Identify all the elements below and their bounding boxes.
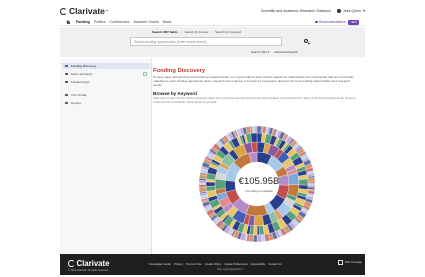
search-tabs: Search ANY fields | Search by Funder | S… — [152, 30, 242, 34]
sidebar-item-groups[interactable]: Groups — [62, 100, 150, 106]
footer: Clarivate © 2024 Clarivate. All rights r… — [60, 254, 365, 275]
advanced-search-link[interactable]: Advanced Search — [274, 50, 298, 54]
tracked-icon — [65, 80, 68, 84]
sidebar-item-funding-discovery[interactable]: Funding Discovery — [62, 63, 150, 69]
footer-copyright: © 2024 Clarivate. All rights reserved. — [68, 269, 109, 272]
page: Clarivate ™ Scientific and Academic Resea… — [0, 0, 425, 277]
sunburst-segment[interactable] — [253, 215, 264, 227]
nav-awarded-grants[interactable]: Awarded Grants — [133, 20, 158, 24]
recommendations-link[interactable]: Recommendations — [315, 20, 345, 24]
footer-link[interactable]: Knowledge Center — [149, 263, 171, 266]
main-nav: Funding Profiles Conferences Awarded Gra… — [60, 19, 365, 26]
section-note: Click each to filter the list. All the k… — [153, 96, 356, 104]
search-icon[interactable] — [304, 39, 308, 43]
footer-links: Knowledge Center Privacy Terms of Use Co… — [149, 263, 282, 266]
solutions-menu[interactable]: Scientific and Academic Research Solutio… — [261, 9, 331, 13]
alerts-badge-icon — [143, 72, 147, 76]
funding-amount[interactable]: €105.95B — [153, 176, 365, 187]
nav-profiles[interactable]: Profiles — [94, 20, 106, 24]
footer-link[interactable]: Terms of Use — [186, 263, 202, 266]
groups-icon — [65, 101, 68, 105]
funding-amount-label: of funding is available — [245, 189, 273, 193]
clarivate-logo-icon — [60, 7, 67, 15]
search-tips-link[interactable]: Search Tips ▾ — [251, 50, 269, 54]
tab-search-any[interactable]: Search ANY fields — [152, 30, 178, 34]
sidebar-item-alerts[interactable]: Alerts and Apps — [62, 71, 150, 77]
chevron-down-icon — [363, 10, 365, 12]
search-input[interactable]: Search funding opportunities (enter sear… — [130, 37, 282, 46]
new-badge: NEW — [348, 19, 359, 25]
nav-news[interactable]: News — [163, 20, 172, 24]
sunburst-segment[interactable] — [245, 204, 268, 217]
sidebar: Funding Discovery Alerts and Apps Tracke… — [60, 59, 152, 254]
footer-link[interactable]: Privacy — [174, 263, 183, 266]
sunburst-segment[interactable] — [256, 125, 262, 134]
profile-icon — [65, 93, 68, 97]
footer-help: Help: support@clarivate™ — [217, 269, 244, 271]
funding-icon — [65, 64, 68, 68]
sunburst-segment[interactable] — [254, 125, 258, 134]
user-menu[interactable]: Jess Quinn — [337, 9, 365, 13]
sidebar-item-tracked[interactable]: Tracked Apps — [62, 79, 150, 85]
sunburst-segment[interactable] — [251, 125, 256, 134]
footer-logo: Clarivate — [68, 259, 109, 268]
footer-logo-icon — [68, 260, 75, 267]
sidebar-item-profile[interactable]: Your Profile — [62, 92, 150, 98]
footer-link[interactable]: Accessibility — [251, 263, 266, 266]
sdg-icon — [338, 260, 343, 265]
page-title: Funding Discovery — [153, 68, 206, 74]
tab-search-keyword[interactable]: Search by Keyword — [215, 30, 241, 34]
main-content: Funding Discovery To keep pace with grow… — [153, 59, 365, 254]
sunburst-segment[interactable] — [256, 225, 260, 236]
top-header: Clarivate ™ Scientific and Academic Resea… — [60, 4, 365, 18]
footer-sdg[interactable]: SDG Coverage — [338, 260, 362, 265]
nav-funding[interactable]: Funding — [76, 20, 90, 24]
user-name: Jess Quinn — [343, 9, 361, 13]
sunburst-segment[interactable] — [253, 234, 258, 243]
recommendations-icon — [315, 20, 318, 24]
nav-conferences[interactable]: Conferences — [109, 20, 129, 24]
sunburst-segment[interactable] — [250, 132, 258, 143]
page-description: To keep pace with growing and evolving r… — [153, 75, 354, 87]
home-icon[interactable] — [66, 20, 71, 24]
logo-text: Clarivate — [69, 6, 105, 16]
footer-link[interactable]: Cookie Policy — [205, 263, 221, 266]
footer-link[interactable]: Contact Us — [268, 263, 281, 266]
tab-search-funder[interactable]: Search by Funder — [184, 30, 208, 34]
footer-link[interactable]: Cookie Preferences — [224, 263, 248, 266]
alerts-icon — [65, 72, 68, 76]
search-panel: Search ANY fields | Search by Funder | S… — [60, 27, 365, 57]
sunburst-segment[interactable] — [256, 234, 263, 243]
user-icon — [337, 9, 342, 13]
clarivate-logo[interactable]: Clarivate ™ — [60, 6, 108, 16]
